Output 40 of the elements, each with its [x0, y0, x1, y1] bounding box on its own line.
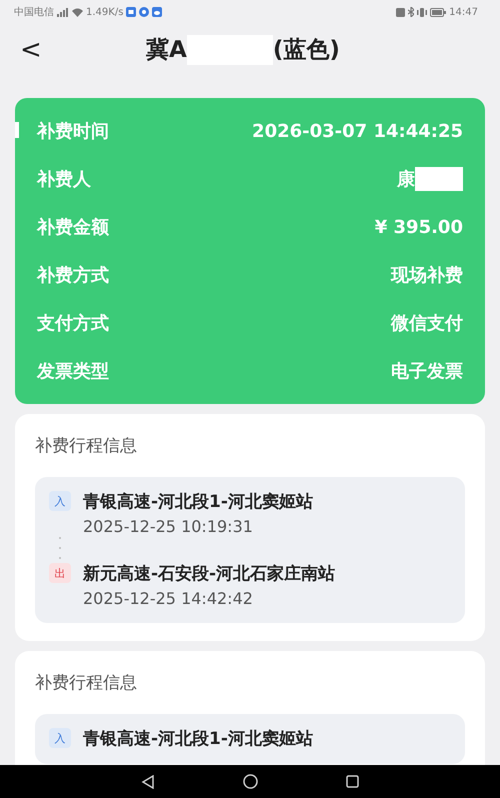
- field-label: 发票类型: [37, 360, 109, 383]
- section-title: 补费行程信息: [35, 672, 138, 694]
- pass-time: 2025-12-25 10:19:31: [82, 516, 254, 538]
- pass-time: 2025-12-25 14:42:42: [82, 588, 254, 610]
- recents-icon[interactable]: [346, 775, 359, 788]
- section-title: 补费行程信息: [35, 435, 138, 457]
- field-value: 康: [397, 168, 415, 191]
- vibrate-icon: [417, 8, 428, 16]
- station-name: 新元高速-石安段-河北石家庄南站: [83, 562, 336, 584]
- network-speed: 1.49K/s: [86, 6, 124, 18]
- carrier-name: 中国电信: [14, 6, 54, 19]
- station-name: 青银高速-河北段1-河北窦姬站: [83, 490, 313, 512]
- station-name: 青银高速-河北段1-河北窦姬站: [83, 728, 313, 750]
- field-label: 补费金额: [37, 216, 109, 239]
- battery-icon: [430, 8, 446, 16]
- field-value: 电子发票: [391, 360, 463, 383]
- field-value: ¥ 395.00: [374, 216, 463, 238]
- field-label: 补费人: [37, 168, 91, 191]
- entry-badge: 入: [49, 728, 71, 748]
- wifi-icon: [72, 8, 83, 16]
- signal-icon: [57, 8, 69, 16]
- home-icon[interactable]: [243, 774, 258, 789]
- plate-number: 冀A: [146, 36, 187, 65]
- back-button[interactable]: <: [16, 37, 46, 63]
- field-value: 微信支付: [391, 312, 463, 335]
- field-value: 2026-03-07 14:44:25: [252, 120, 463, 142]
- field-label: 补费时间: [37, 120, 109, 143]
- back-nav-icon[interactable]: [141, 774, 155, 788]
- exit-badge: 出: [49, 563, 71, 583]
- entry-badge: 入: [49, 491, 71, 511]
- nfc-icon: [396, 8, 406, 16]
- plate-color: (蓝色): [272, 36, 340, 65]
- field-label: 补费方式: [37, 264, 109, 287]
- field-label: 支付方式: [37, 312, 109, 335]
- app-icon: [126, 7, 136, 17]
- field-value: 现场补费: [391, 264, 463, 287]
- clock-time: 14:47: [449, 6, 478, 18]
- bluetooth-icon: [408, 7, 414, 17]
- chat-icon: [139, 7, 150, 17]
- cloud-icon: [152, 7, 162, 17]
